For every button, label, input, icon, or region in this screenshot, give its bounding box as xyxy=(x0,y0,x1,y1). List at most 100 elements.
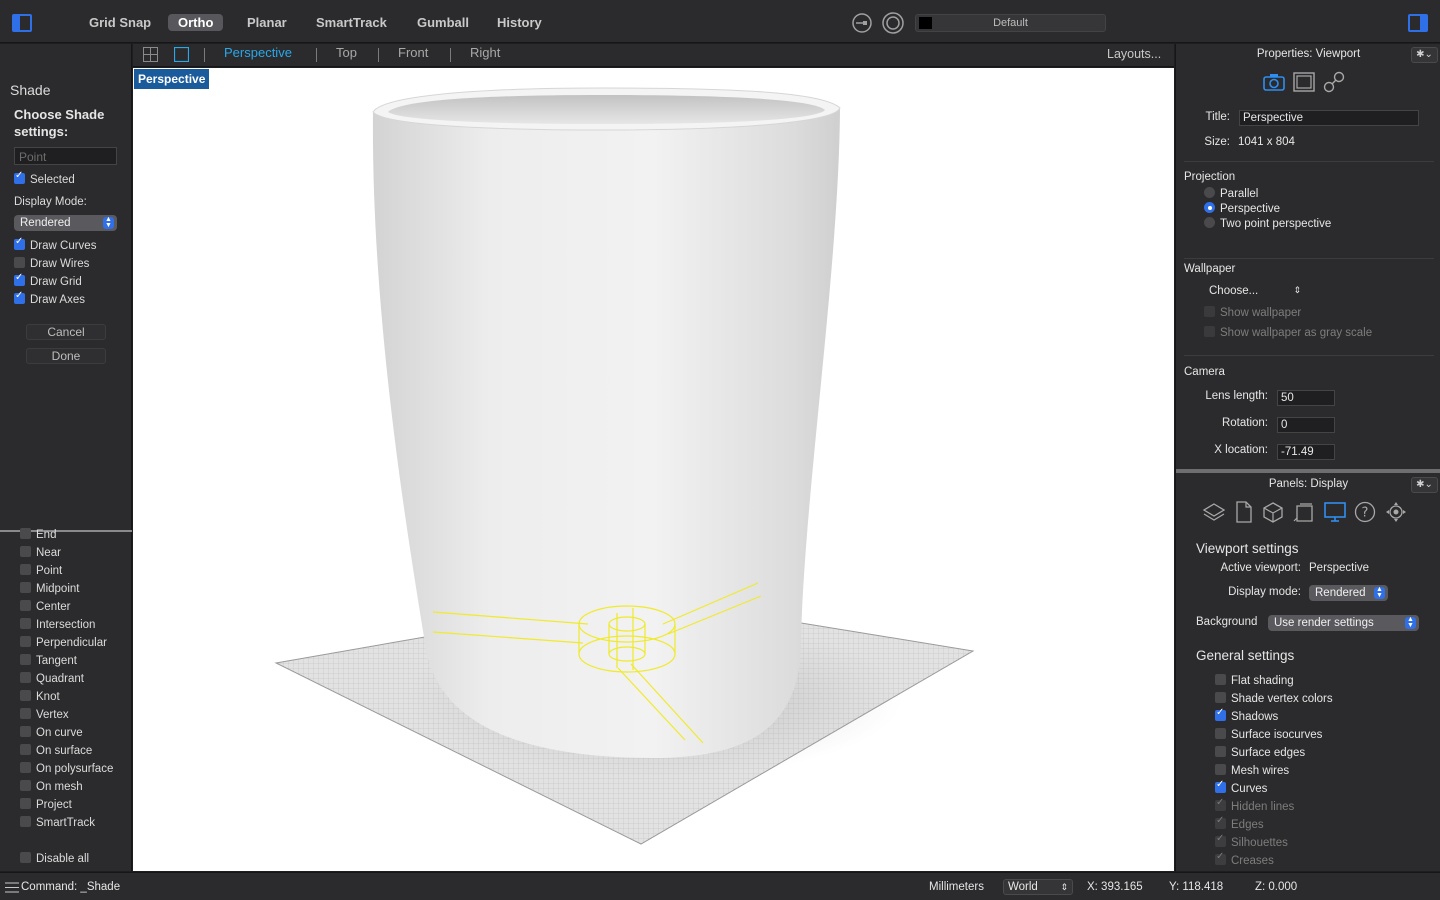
projection-two-point-perspective-radio[interactable]: Two point perspective xyxy=(1204,217,1331,230)
checkbox-icon xyxy=(1204,306,1215,317)
display-setting-mesh-wires[interactable]: Mesh wires xyxy=(1215,764,1289,777)
checkbox-icon xyxy=(20,528,31,539)
four-viewports-icon[interactable] xyxy=(143,47,158,62)
cancel-button[interactable]: Cancel xyxy=(26,324,106,340)
x-location-field[interactable]: -71.49 xyxy=(1277,444,1335,460)
active-viewport-value: Perspective xyxy=(1309,562,1370,574)
camera-icon[interactable] xyxy=(1262,72,1286,92)
viewport-title-field[interactable]: Perspective xyxy=(1239,110,1419,126)
show-wallpaper-checkbox[interactable]: Show wallpaper xyxy=(1204,306,1301,319)
osnap-disable-all[interactable]: Disable all xyxy=(20,852,89,867)
record-history-icon[interactable] xyxy=(881,12,905,34)
tab-separator xyxy=(204,48,205,62)
display-options-gear-icon[interactable]: ✱⌄ xyxy=(1411,477,1438,493)
display-monitor-icon[interactable] xyxy=(1323,501,1347,523)
command-input[interactable]: Point xyxy=(14,147,117,165)
tab-right[interactable]: Right xyxy=(470,45,500,60)
cplane-select[interactable]: World ⇕ xyxy=(1003,879,1073,895)
linked-objects-icon[interactable] xyxy=(1323,71,1345,93)
osnap-project[interactable]: Project xyxy=(20,798,72,813)
units-label[interactable]: Millimeters xyxy=(929,881,984,893)
display-setting-hidden-lines: Hidden lines xyxy=(1215,797,1294,813)
scene-render[interactable] xyxy=(133,68,1174,871)
option-draw-axes[interactable]: Draw Axes xyxy=(14,290,85,308)
selected-checkbox[interactable]: Selected xyxy=(14,170,75,188)
display-setting-shadows[interactable]: Shadows xyxy=(1215,707,1278,723)
current-layer-selector[interactable]: Default xyxy=(915,14,1106,32)
osnap-intersection[interactable]: Intersection xyxy=(20,618,95,633)
checkbox-icon xyxy=(1215,815,1226,829)
checkbox-icon xyxy=(14,272,25,286)
layers-icon[interactable] xyxy=(1202,501,1226,523)
osnap-on-polysurface[interactable]: On polysurface xyxy=(20,762,113,777)
navigation-icon[interactable] xyxy=(1384,501,1408,523)
display-setting-surface-edges[interactable]: Surface edges xyxy=(1215,746,1305,759)
display-setting-surface-isocurves[interactable]: Surface isocurves xyxy=(1215,728,1322,741)
projection-perspective-radio[interactable]: Perspective xyxy=(1204,202,1280,215)
lens-length-label: Lens length: xyxy=(1205,390,1268,402)
checkbox-icon xyxy=(20,582,31,593)
osnap-smarttrack[interactable]: SmartTrack xyxy=(20,816,95,831)
mode-toggle-planar[interactable]: Planar xyxy=(237,14,297,31)
osnap-midpoint[interactable]: Midpoint xyxy=(20,582,79,597)
viewport-title-label[interactable]: Perspective xyxy=(134,69,210,89)
properties-options-gear-icon[interactable]: ✱⌄ xyxy=(1411,47,1438,63)
object-properties-icon[interactable] xyxy=(1262,501,1284,523)
osnap-perpendicular[interactable]: Perpendicular xyxy=(20,636,107,651)
panel-splitter[interactable] xyxy=(1176,469,1440,473)
tab-top[interactable]: Top xyxy=(336,45,357,60)
checkbox-icon xyxy=(20,672,31,683)
osnap-vertex[interactable]: Vertex xyxy=(20,708,69,723)
display-setting-curves[interactable]: Curves xyxy=(1215,779,1267,795)
display-setting-flat-shading[interactable]: Flat shading xyxy=(1215,674,1294,687)
option-label: Draw Wires xyxy=(30,258,90,270)
menu-lines-icon[interactable] xyxy=(5,882,19,893)
single-viewport-icon[interactable] xyxy=(174,47,189,62)
option-draw-wires[interactable]: Draw Wires xyxy=(14,257,89,272)
mode-toggle-gumball[interactable]: Gumball xyxy=(407,14,479,31)
osnap-quadrant[interactable]: Quadrant xyxy=(20,672,84,687)
right-sidebar-toggle-icon[interactable] xyxy=(1408,14,1428,32)
layouts-panel-icon[interactable] xyxy=(1293,501,1315,523)
display-mode-select[interactable]: Rendered ▲ ▼ xyxy=(14,215,117,231)
done-button[interactable]: Done xyxy=(26,348,106,364)
osnap-on-mesh[interactable]: On mesh xyxy=(20,780,83,795)
osnap-line-icon[interactable] xyxy=(851,13,873,33)
mode-toggle-history[interactable]: History xyxy=(487,14,552,31)
background-select[interactable]: Use render settings ▲ ▼ xyxy=(1268,615,1419,631)
tab-perspective[interactable]: Perspective xyxy=(224,45,292,60)
osnap-on-curve[interactable]: On curve xyxy=(20,726,83,741)
mode-toggle-grid-snap[interactable]: Grid Snap xyxy=(79,14,161,31)
document-icon[interactable] xyxy=(1235,501,1253,523)
layouts-button[interactable]: Layouts... xyxy=(1107,47,1161,61)
tab-front[interactable]: Front xyxy=(398,45,428,60)
command-line[interactable]: Command: _Shade xyxy=(21,881,120,893)
checkbox-icon xyxy=(20,744,31,755)
osnap-near[interactable]: Near xyxy=(20,546,61,561)
left-sidebar-toggle-icon[interactable] xyxy=(12,14,32,32)
wallpaper-label: Wallpaper xyxy=(1184,263,1236,275)
mode-toggle-smarttrack[interactable]: SmartTrack xyxy=(306,14,397,31)
osnap-end[interactable]: End xyxy=(20,528,56,543)
display-setting-shade-vertex-colors[interactable]: Shade vertex colors xyxy=(1215,692,1333,705)
osnap-on-surface[interactable]: On surface xyxy=(20,744,92,759)
osnap-center[interactable]: Center xyxy=(20,600,71,615)
lens-length-field[interactable]: 50 xyxy=(1277,390,1335,406)
osnap-knot[interactable]: Knot xyxy=(20,690,60,705)
viewport-frame-icon[interactable] xyxy=(1293,72,1315,92)
mode-toggle-ortho[interactable]: Ortho xyxy=(168,14,224,31)
osnap-point[interactable]: Point xyxy=(20,564,62,579)
separator xyxy=(1184,258,1434,259)
rotation-field[interactable]: 0 xyxy=(1277,417,1335,433)
show-wallpaper-gray-checkbox[interactable]: Show wallpaper as gray scale xyxy=(1204,326,1372,339)
option-draw-grid[interactable]: Draw Grid xyxy=(14,272,82,290)
projection-parallel-radio[interactable]: Parallel xyxy=(1204,187,1258,200)
perspective-viewport[interactable]: Perspective xyxy=(133,68,1174,871)
checkbox-icon xyxy=(1215,707,1226,721)
option-draw-curves[interactable]: Draw Curves xyxy=(14,236,97,254)
help-icon[interactable]: ? xyxy=(1354,501,1376,523)
wallpaper-choose-select[interactable]: Choose... ⇕ xyxy=(1209,285,1301,297)
osnap-tangent[interactable]: Tangent xyxy=(20,654,77,669)
display-mode-select[interactable]: Rendered ▲ ▼ xyxy=(1309,585,1388,601)
option-label: Draw Curves xyxy=(30,240,97,252)
